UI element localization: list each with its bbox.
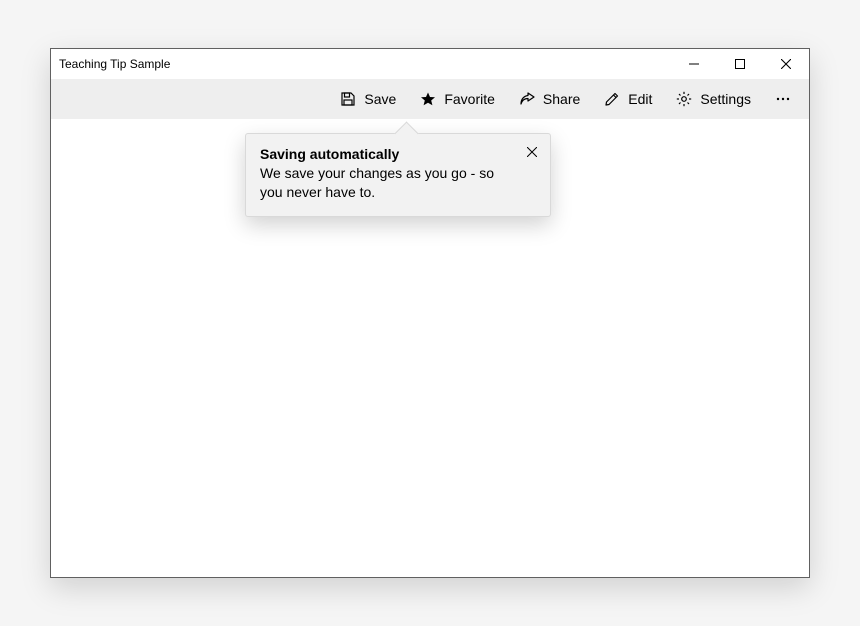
edit-label: Edit xyxy=(628,91,652,107)
teaching-tip-close-button[interactable] xyxy=(522,142,542,162)
minimize-button[interactable] xyxy=(671,49,717,79)
close-icon xyxy=(781,59,791,69)
maximize-button[interactable] xyxy=(717,49,763,79)
favorite-button[interactable]: Favorite xyxy=(408,79,507,119)
window-controls xyxy=(671,49,809,79)
share-button[interactable]: Share xyxy=(507,79,592,119)
teaching-tip: Saving automatically We save your change… xyxy=(245,133,551,217)
app-window: Teaching Tip Sample xyxy=(50,48,810,578)
settings-button[interactable]: Settings xyxy=(664,79,763,119)
share-icon xyxy=(519,91,535,107)
maximize-icon xyxy=(735,59,745,69)
ellipsis-icon xyxy=(775,91,791,107)
teaching-tip-title: Saving automatically xyxy=(260,146,512,162)
favorite-label: Favorite xyxy=(444,91,495,107)
share-label: Share xyxy=(543,91,580,107)
gear-icon xyxy=(676,91,692,107)
save-button[interactable]: Save xyxy=(328,79,408,119)
pencil-icon xyxy=(604,91,620,107)
minimize-icon xyxy=(689,59,699,69)
settings-label: Settings xyxy=(700,91,751,107)
save-icon xyxy=(340,91,356,107)
edit-button[interactable]: Edit xyxy=(592,79,664,119)
window-title: Teaching Tip Sample xyxy=(59,57,170,71)
more-button[interactable] xyxy=(763,79,803,119)
save-label: Save xyxy=(364,91,396,107)
teaching-tip-subtitle: We save your changes as you go - so you … xyxy=(260,164,520,202)
command-bar: Save Favorite Share xyxy=(51,79,809,119)
titlebar: Teaching Tip Sample xyxy=(51,49,809,79)
content-area: Saving automatically We save your change… xyxy=(51,119,809,577)
star-icon xyxy=(420,91,436,107)
close-icon xyxy=(527,147,537,157)
close-button[interactable] xyxy=(763,49,809,79)
